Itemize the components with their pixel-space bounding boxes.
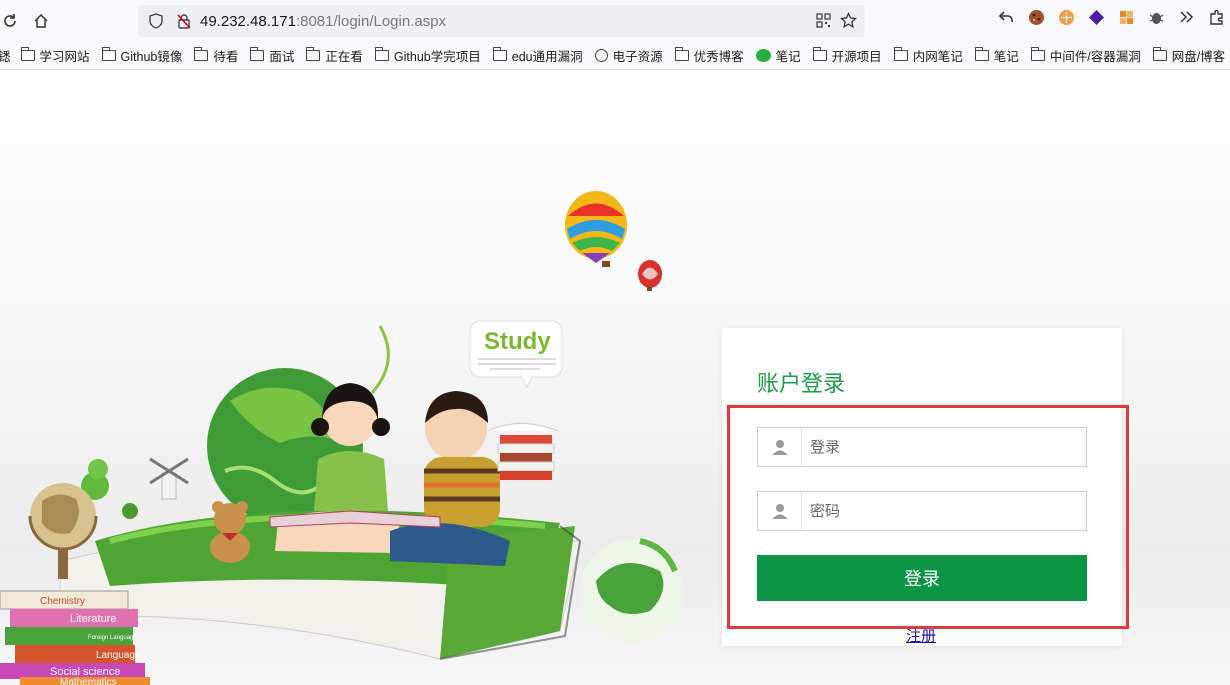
study-speech-bubble: Study [469,320,563,389]
insecure-lock-icon[interactable] [176,13,192,29]
bookmark-item[interactable]: 待看 [194,46,238,65]
bookmark-fragment[interactable]: 鏭 [0,46,11,65]
bookmark-label: edu通用漏洞 [511,50,583,64]
folder-icon [812,47,827,61]
bookmark-item[interactable]: 学习网站 [20,46,90,65]
folder-icon [1030,47,1045,61]
folder-icon [306,47,321,61]
bookmark-label: 面试 [269,50,295,64]
book-spine-label: Foreign Language [88,635,137,641]
folder-icon [194,47,209,61]
book-spine-label: Language [96,650,141,661]
bookmark-label: 电子资源 [612,50,663,64]
wechat-icon [755,49,771,62]
reload-icon[interactable] [0,7,24,35]
folder-icon [250,47,265,61]
boy-reading [390,391,510,566]
folder-icon [974,47,989,61]
folder-icon [1152,47,1167,61]
bookmark-label: 正在看 [325,50,363,64]
bookmark-label: 开源项目 [831,50,882,64]
folder-icon [101,47,116,61]
book-spine-label: Literature [70,613,116,625]
bookmark-item[interactable]: Github学完项目 [374,46,481,65]
bookmark-item[interactable]: 电子资源 [594,46,663,65]
folder-icon [374,47,389,61]
bookmark-item[interactable]: 面试 [250,46,294,65]
bookmark-item[interactable]: 中间件/容器漏洞 [1030,46,1141,65]
purple-diamond-extension-icon[interactable] [1086,7,1106,27]
folder-icon [893,47,908,61]
bookmark-label: 待看 [213,50,239,64]
bookmark-item[interactable]: edu通用漏洞 [492,46,583,65]
undo-icon[interactable] [996,7,1016,27]
url-text[interactable]: 49.232.48.171:8081/login/Login.aspx [200,13,446,30]
bookmark-label: 中间件/容器漏洞 [1049,50,1141,64]
book-spine-label: Chemistry [40,596,85,607]
windmill [149,457,189,500]
cookie-extension-icon[interactable] [1026,7,1046,27]
hero-illustration: Study Chemistry Literature Foreign Langu… [0,191,684,685]
bookmark-star-icon[interactable] [840,12,857,29]
hot-air-balloon-large [565,191,627,267]
bookmark-label: 网盘/博客 [1171,50,1226,64]
study-badge-text: Study [484,328,551,355]
bookmark-label: 学习网站 [39,50,90,64]
home-icon[interactable] [27,7,55,35]
bookmark-item[interactable]: 笔记 [974,46,1019,65]
bookmark-label: 笔记 [775,50,801,64]
bookmark-label: Github镜像 [120,50,183,64]
globe-icon [594,49,608,62]
bookmark-item[interactable]: 内网笔记 [893,46,963,65]
orange-extension-icon[interactable] [1056,7,1076,27]
book-spine-label: Mathematics [60,677,117,685]
bookmark-item[interactable]: 优秀博客 [674,46,744,65]
folder-icon [20,47,35,61]
extensions-puzzle-icon[interactable] [1206,7,1226,27]
bookmark-label: Github学完项目 [393,50,481,64]
overflow-chevrons-icon[interactable] [1176,7,1196,27]
green-globe-right [580,538,684,643]
bookmark-label: 优秀博客 [693,50,744,64]
folder-icon [492,47,507,61]
bookmark-item[interactable]: 正在看 [306,46,363,65]
orange-grid-extension-icon[interactable] [1116,7,1136,27]
folder-icon [674,47,689,61]
textbook-stack: Chemistry Literature Foreign Language La… [0,590,150,685]
extensions-bar [996,7,1226,27]
bookmark-label: 笔记 [993,50,1019,64]
url-host: 49.232.48.171 [200,12,296,30]
hot-air-balloon-small [638,260,662,291]
bookmarks-bar: 鏭 学习网站 Github镜像 待看 面试 正在看 Github学完项目 edu… [0,42,1230,70]
highlight-box [727,405,1129,629]
shield-icon[interactable] [148,13,164,29]
address-bar[interactable]: 49.232.48.171:8081/login/Login.aspx [138,5,865,37]
bookmark-item[interactable]: 网盘/博客 [1152,46,1226,65]
bookmark-item[interactable]: 笔记 [755,46,801,65]
bookmark-label: 内网笔记 [912,50,963,64]
login-title: 账户登录 [757,371,846,396]
url-path: :8081/login/Login.aspx [295,12,447,30]
bug-extension-icon[interactable] [1146,7,1166,27]
bookmark-item[interactable]: Github镜像 [101,46,183,65]
browser-toolbar: 49.232.48.171:8081/login/Login.aspx [0,0,1230,42]
qr-code-icon[interactable] [816,13,831,28]
bookmark-item[interactable]: 开源项目 [812,46,882,65]
